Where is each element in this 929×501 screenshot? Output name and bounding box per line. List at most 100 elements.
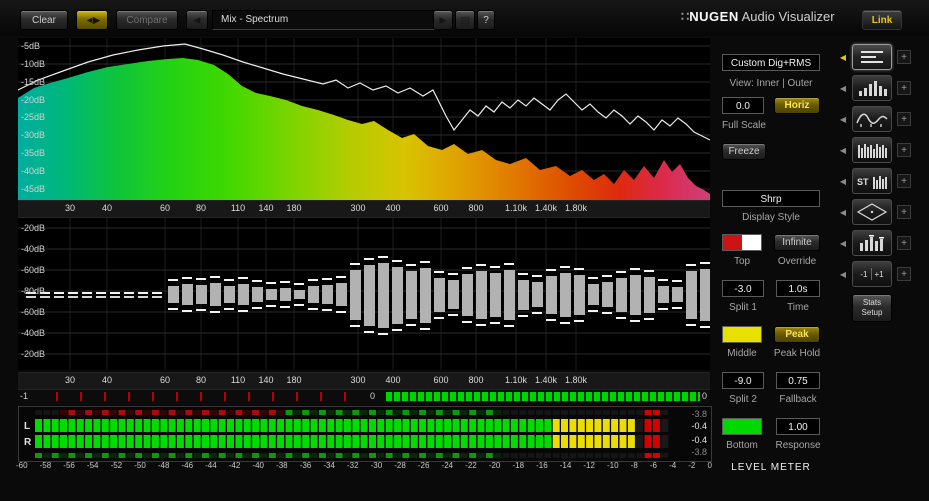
view-band-bars-button[interactable] xyxy=(852,137,892,163)
slot5-add-button[interactable]: + xyxy=(897,174,911,188)
split2-value[interactable]: -9.0 xyxy=(722,372,764,389)
view-slot-4: ◀ + xyxy=(836,137,929,163)
position-slider[interactable] xyxy=(386,392,700,401)
stats-setup-button[interactable]: Stats Setup xyxy=(852,294,892,322)
band-bar xyxy=(560,273,571,317)
meter-scale-label: -44 xyxy=(205,461,217,470)
slot6-arrow-button[interactable]: ◀ xyxy=(837,204,849,220)
full-scale-value[interactable]: 0.0 xyxy=(722,97,764,114)
level-meter: LR -3.8 -0.4 -0.4 -3.8 xyxy=(18,406,712,462)
meter-scale-label: -8 xyxy=(630,461,638,470)
logo-product: Audio Visualizer xyxy=(738,9,835,24)
meter-scale-label: -48 xyxy=(157,461,170,470)
slot3-add-button[interactable]: + xyxy=(897,112,911,126)
slot2-add-button[interactable]: + xyxy=(897,81,911,95)
middle-color-swatch[interactable] xyxy=(722,326,762,343)
response-value[interactable]: 1.00 xyxy=(776,418,820,435)
slot3-arrow-button[interactable]: ◀ xyxy=(837,111,849,127)
freq-tick-label: 180 xyxy=(286,375,302,385)
freq-tick-label: 600 xyxy=(433,375,449,385)
peak-hold-label: Peak Hold xyxy=(773,348,821,359)
freeze-button[interactable]: Freeze xyxy=(722,143,766,160)
db-tick-label: -60dB xyxy=(21,307,45,317)
band-bar xyxy=(308,286,319,303)
clip-tick xyxy=(296,392,298,401)
band-bar xyxy=(518,280,529,310)
meter-scale-label: -20 xyxy=(488,461,501,470)
clip-tick xyxy=(80,392,82,401)
spectrum-frequency-axis: 30 40 60 80 110 140 180 300 400 600 800 1.10k 1.40k 1… xyxy=(18,200,710,218)
slot1-add-button[interactable]: + xyxy=(897,50,911,64)
slot1-arrow-button[interactable]: ◀ xyxy=(837,49,849,65)
history-position-bar: -1 0 0 xyxy=(18,390,710,404)
band-bar xyxy=(252,287,263,302)
slot7-add-button[interactable]: + xyxy=(897,236,911,250)
override-button[interactable]: Infinite xyxy=(774,234,820,251)
stats-line2: Setup xyxy=(861,308,883,317)
view-slot-8: ◀ -1 +1 + xyxy=(836,261,929,287)
left-triangle-icon: ◀ xyxy=(839,238,847,248)
bottom-color-swatch[interactable] xyxy=(722,418,762,435)
horiz-button[interactable]: Horiz xyxy=(774,97,820,114)
slot2-arrow-button[interactable]: ◀ xyxy=(837,80,849,96)
band-bar xyxy=(322,285,333,304)
view-vectorscope-button[interactable] xyxy=(852,199,892,225)
band-bar xyxy=(448,280,459,309)
fallback-value[interactable]: 0.75 xyxy=(776,372,820,389)
view-stereo-button[interactable]: ST xyxy=(852,168,892,194)
slot4-arrow-button[interactable]: ◀ xyxy=(837,142,849,158)
prev-preset-button[interactable]: ◀ xyxy=(186,10,208,30)
slot6-add-button[interactable]: + xyxy=(897,205,911,219)
meter-scale-label: -40 xyxy=(252,461,264,470)
view-level-list-button[interactable] xyxy=(852,44,892,70)
preset-dropdown[interactable]: Mix - Spectrum xyxy=(212,10,440,30)
display-style-select[interactable]: Shrp xyxy=(722,190,820,207)
slot7-arrow-button[interactable]: ◀ xyxy=(837,235,849,251)
band-bar xyxy=(588,284,599,305)
lines-icon xyxy=(861,51,883,63)
play-icon: ▶ xyxy=(439,14,447,25)
band-bar xyxy=(182,284,193,305)
left-triangle-icon: ◀ xyxy=(839,52,847,62)
left-arrow-icon: ◀ xyxy=(193,14,201,25)
band-bar xyxy=(294,290,305,299)
preset-list-button[interactable]: ▤ xyxy=(455,10,475,30)
db-tick-label: -35dB xyxy=(21,148,45,158)
clip-tick xyxy=(200,392,202,401)
split2-label: Split 2 xyxy=(729,394,757,405)
ab-compare-toggle[interactable]: ◄▶ xyxy=(76,10,108,30)
top-color-swatch[interactable] xyxy=(722,234,762,251)
view-spectrum-curve-button[interactable] xyxy=(852,106,892,132)
clip-tick xyxy=(224,392,226,401)
help-button[interactable]: ? xyxy=(477,10,495,30)
compare-button[interactable]: Compare xyxy=(116,10,178,30)
view-meter-bars-button[interactable] xyxy=(852,230,892,256)
slot4-add-button[interactable]: + xyxy=(897,143,911,157)
meter-scale-label: -42 xyxy=(228,461,241,470)
freq-tick-label: 800 xyxy=(468,375,484,385)
position-right-label: 0 xyxy=(702,391,708,401)
meter-scale-label: -54 xyxy=(86,461,99,470)
channel-label: R xyxy=(24,437,32,448)
position-left-label: -1 xyxy=(20,391,29,401)
split1-value[interactable]: -3.0 xyxy=(722,280,764,297)
freq-tick-label: 40 xyxy=(101,375,113,385)
slot5-arrow-button[interactable]: ◀ xyxy=(837,173,849,189)
freq-tick-label: 60 xyxy=(159,203,171,213)
meter-scale-label: -38 xyxy=(276,461,288,470)
band-bar xyxy=(490,273,501,317)
meter-mode-select[interactable]: Custom Dig+RMS xyxy=(722,54,820,71)
clear-button[interactable]: Clear xyxy=(20,10,68,30)
time-value[interactable]: 1.0s xyxy=(776,280,820,297)
slot8-add-button[interactable]: + xyxy=(897,267,911,281)
view-histogram-button[interactable] xyxy=(852,75,892,101)
view-offset-button[interactable]: -1 +1 xyxy=(852,261,892,287)
peak-hold-button[interactable]: Peak xyxy=(774,326,820,343)
meter-scale-label: -26 xyxy=(417,461,430,470)
link-button[interactable]: Link xyxy=(862,10,902,30)
view-slot-6: ◀ + xyxy=(836,199,929,225)
middle-label: Middle xyxy=(727,348,757,359)
slot8-arrow-button[interactable]: ◀ xyxy=(837,266,849,282)
db-tick-label: -20dB xyxy=(21,95,45,105)
play-button[interactable]: ▶ xyxy=(433,10,453,30)
